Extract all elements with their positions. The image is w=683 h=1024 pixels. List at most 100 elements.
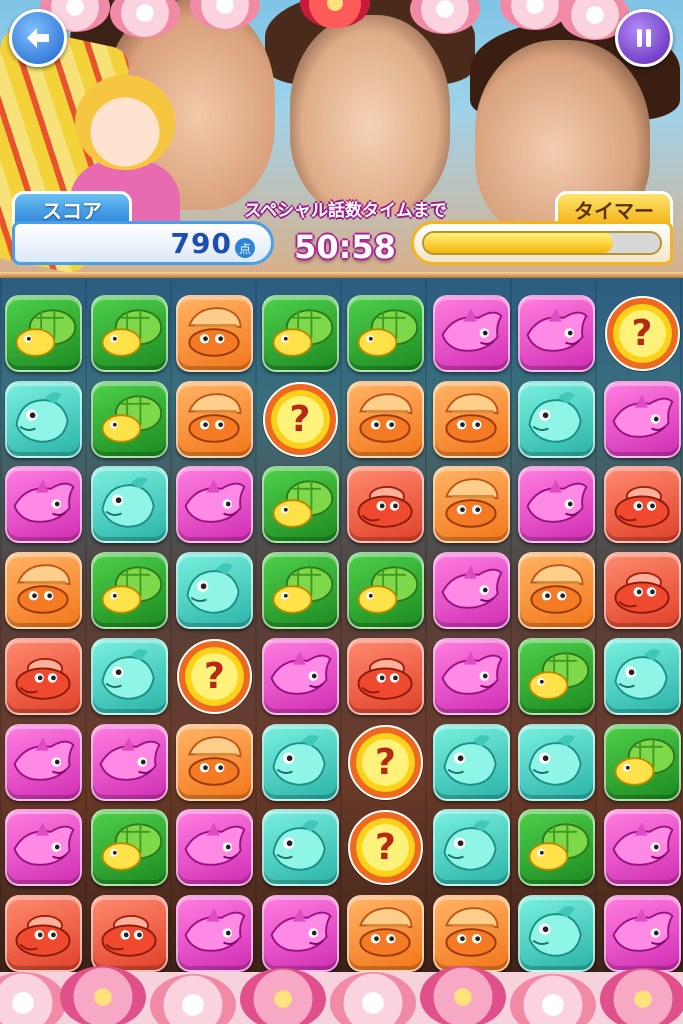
tile-ray[interactable] — [261, 637, 339, 715]
tile-ray[interactable] — [603, 380, 681, 458]
tile-fish[interactable] — [518, 723, 595, 801]
tile-fish[interactable] — [90, 466, 168, 544]
tile-fish[interactable] — [90, 637, 168, 715]
tile-crab[interactable] — [5, 894, 82, 972]
tile-mystery[interactable]: ? — [347, 809, 424, 886]
tile-turtle[interactable] — [518, 637, 595, 715]
ray-icon — [441, 308, 503, 352]
hibiscus-icon — [150, 974, 236, 1024]
tile-turtle[interactable] — [261, 466, 339, 544]
timer-panel: タイマー — [411, 191, 673, 269]
question-mark-icon: ? — [348, 724, 423, 800]
ray-icon — [184, 908, 246, 952]
ray-icon — [612, 822, 674, 866]
tile-ray[interactable] — [5, 466, 82, 544]
ray-icon — [13, 822, 75, 866]
tile-fish[interactable] — [518, 380, 595, 458]
tile-turtle[interactable] — [603, 723, 681, 801]
back-arrow-icon — [27, 28, 49, 48]
fish-icon — [15, 391, 69, 443]
fish-icon — [272, 734, 326, 786]
crab-icon — [101, 914, 157, 957]
tile-shrimp[interactable] — [432, 894, 510, 972]
tile-turtle[interactable] — [261, 295, 339, 372]
tile-turtle[interactable] — [347, 295, 424, 372]
tile-mystery[interactable]: ? — [176, 638, 253, 715]
ray-icon — [612, 394, 674, 438]
tile-ray[interactable] — [432, 552, 510, 630]
score-value: 790 — [170, 226, 232, 260]
tile-turtle[interactable] — [90, 809, 168, 887]
tile-shrimp[interactable] — [176, 295, 253, 372]
flower-border-bottom — [0, 966, 683, 1024]
tile-crab[interactable] — [5, 637, 82, 715]
tile-fish[interactable] — [603, 637, 681, 715]
tile-ray[interactable] — [518, 295, 595, 372]
tile-ray[interactable] — [261, 894, 339, 972]
ray-icon — [99, 736, 161, 781]
tile-ray[interactable] — [5, 809, 82, 887]
tile-crab[interactable] — [603, 466, 681, 544]
ray-icon — [612, 908, 674, 952]
turtle-icon — [528, 652, 590, 700]
tile-turtle[interactable] — [5, 295, 82, 372]
tile-ray[interactable] — [432, 637, 510, 715]
tile-fish[interactable] — [432, 809, 510, 887]
fish-icon — [614, 649, 668, 700]
question-mark-icon: ? — [262, 381, 338, 457]
tile-turtle[interactable] — [90, 552, 168, 630]
crab-icon — [614, 572, 670, 614]
tile-shrimp[interactable] — [176, 723, 253, 801]
tile-shrimp[interactable] — [176, 380, 253, 458]
tile-ray[interactable] — [5, 723, 82, 801]
tile-ray[interactable] — [603, 894, 681, 972]
tile-fish[interactable] — [432, 723, 510, 801]
fish-icon — [101, 649, 155, 700]
tile-mystery[interactable]: ? — [347, 724, 424, 801]
shrimp-icon — [358, 907, 413, 957]
tile-shrimp[interactable] — [347, 894, 424, 972]
tile-fish[interactable] — [176, 552, 253, 630]
tile-shrimp[interactable] — [518, 552, 595, 630]
tile-shrimp[interactable] — [347, 380, 424, 458]
ray-icon — [526, 479, 588, 524]
back-button[interactable] — [9, 9, 67, 67]
tile-ray[interactable] — [603, 809, 681, 887]
tile-crab[interactable] — [603, 552, 681, 630]
tile-fish[interactable] — [518, 894, 595, 972]
tile-ray[interactable] — [90, 723, 168, 801]
pause-button[interactable] — [615, 9, 673, 67]
tile-fish[interactable] — [5, 380, 82, 458]
hibiscus-icon — [600, 968, 683, 1024]
turtle-icon — [614, 737, 675, 786]
turtle-icon — [357, 566, 419, 614]
tile-fish[interactable] — [261, 723, 339, 801]
tile-mystery[interactable]: ? — [262, 381, 339, 458]
tile-crab[interactable] — [90, 894, 168, 972]
tile-ray[interactable] — [176, 466, 253, 544]
game-board: ????? — [0, 278, 683, 984]
tile-crab[interactable] — [347, 466, 424, 544]
tile-shrimp[interactable] — [5, 552, 82, 630]
tile-mystery[interactable]: ? — [604, 295, 681, 372]
tile-turtle[interactable] — [347, 552, 424, 630]
fish-icon — [528, 391, 582, 443]
timer-display — [411, 221, 673, 265]
tile-shrimp[interactable] — [432, 380, 510, 458]
turtle-icon — [101, 395, 162, 443]
tile-ray[interactable] — [432, 295, 510, 372]
score-display: 790 点 — [12, 221, 274, 265]
tile-turtle[interactable] — [90, 380, 168, 458]
tile-turtle[interactable] — [518, 809, 595, 887]
tile-turtle[interactable] — [90, 295, 168, 372]
tile-fish[interactable] — [261, 809, 339, 887]
tile-shrimp[interactable] — [432, 466, 510, 544]
tile-ray[interactable] — [518, 466, 595, 544]
turtle-icon — [101, 823, 162, 871]
fish-icon — [443, 734, 497, 786]
ray-icon — [13, 479, 75, 524]
tile-ray[interactable] — [176, 809, 253, 887]
tile-crab[interactable] — [347, 637, 424, 715]
tile-turtle[interactable] — [261, 552, 339, 630]
tile-ray[interactable] — [176, 894, 253, 972]
